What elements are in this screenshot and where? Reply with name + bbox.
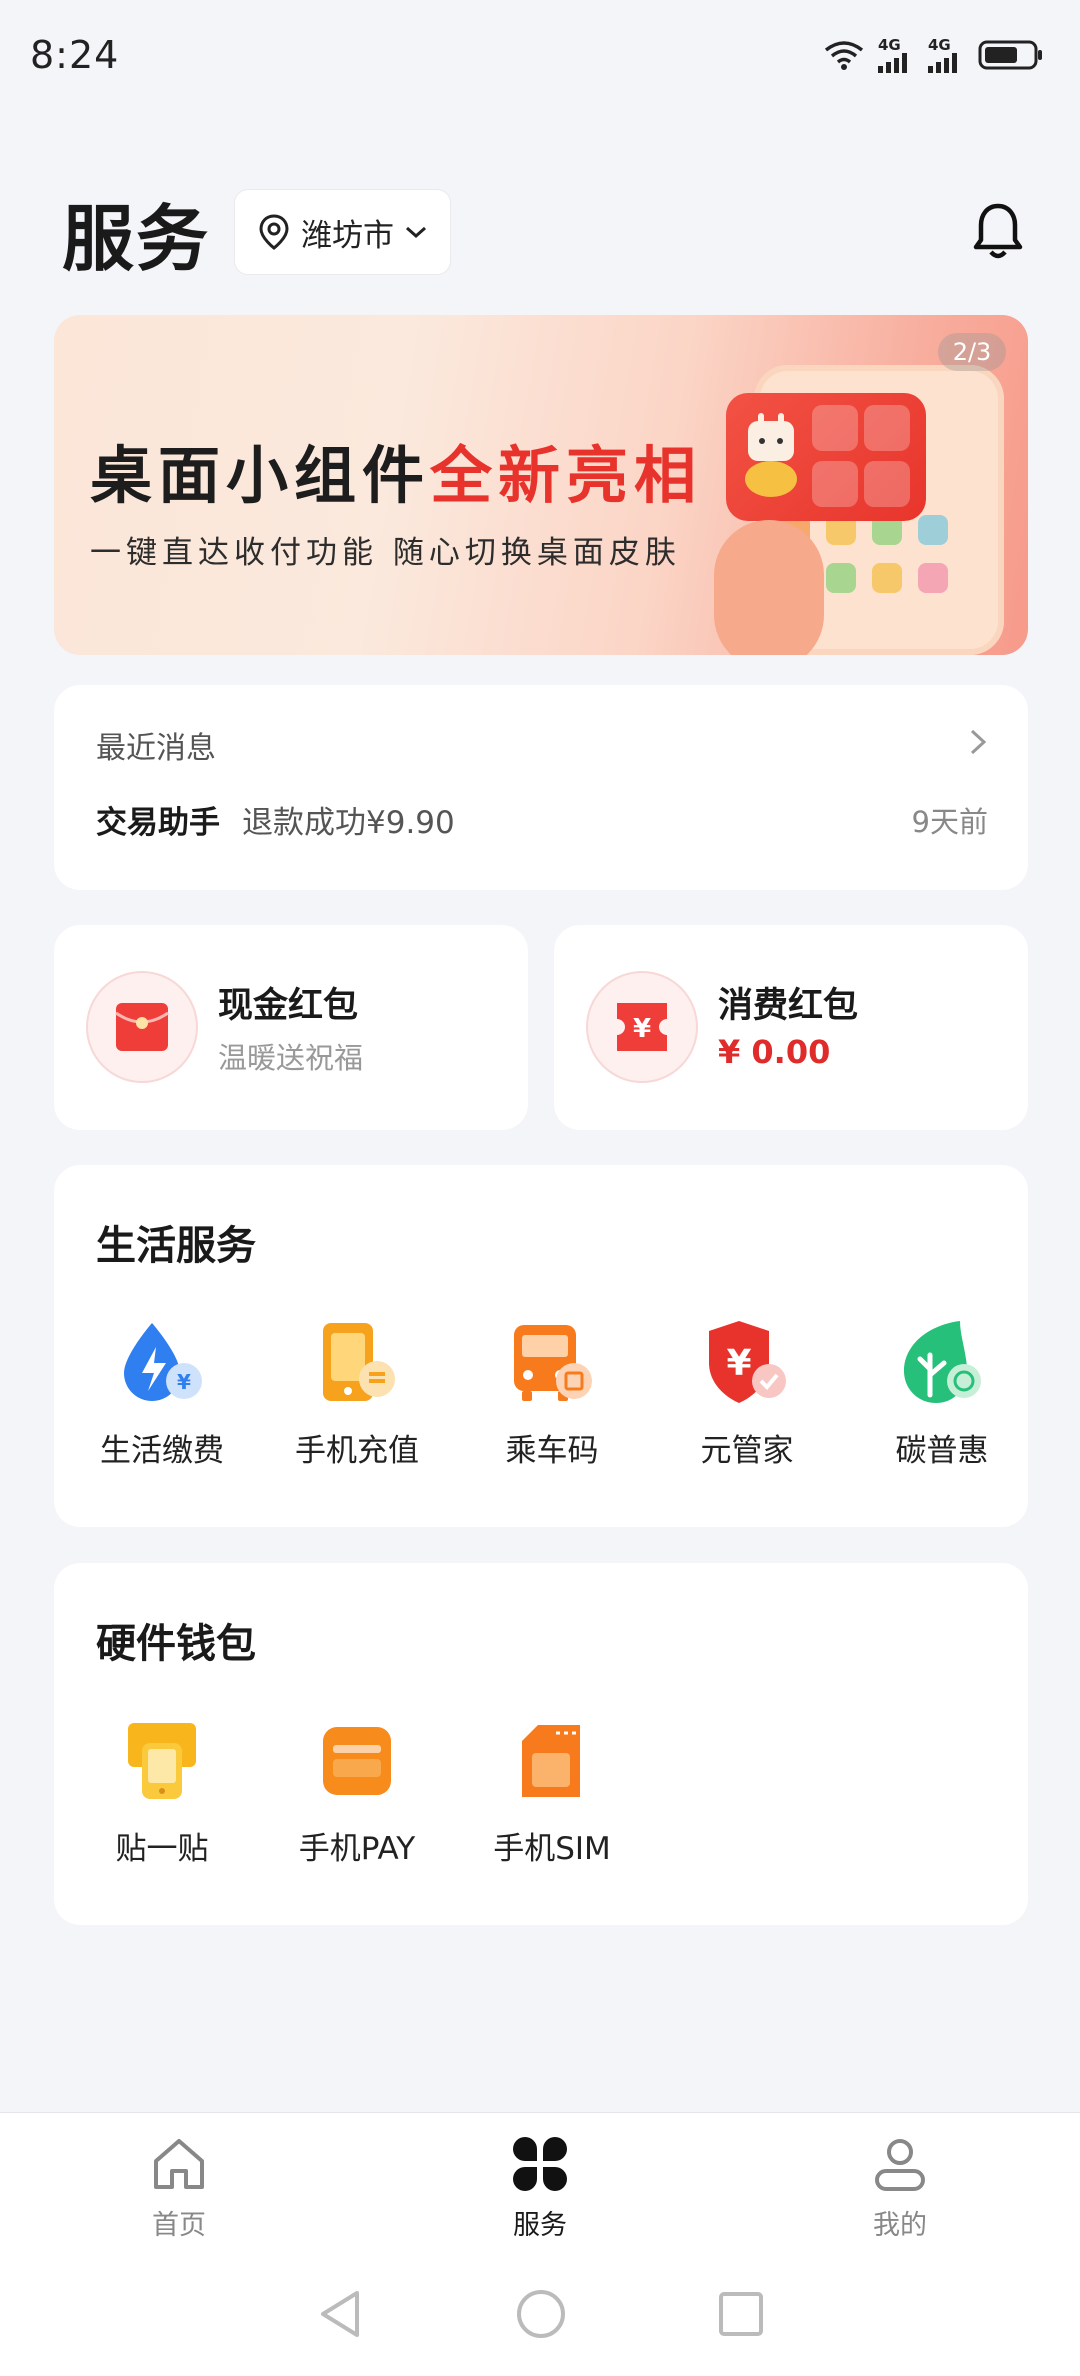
page-title: 服务 bbox=[62, 196, 211, 281]
consumption-red-packet-card[interactable]: ¥ 消费红包 ¥ 0.00 bbox=[554, 925, 1028, 1130]
wifi-icon bbox=[824, 41, 864, 70]
city-selector[interactable]: 潍坊市 bbox=[234, 189, 452, 275]
nav-label: 我的 bbox=[873, 2210, 927, 2241]
service-label: 乘车码 bbox=[505, 1433, 599, 1469]
service-label: 元管家 bbox=[700, 1433, 794, 1469]
promo-banner[interactable]: 桌面小组件全新亮相 一键直达收付功能 随心切换桌面皮肤 2/3 bbox=[54, 315, 1028, 655]
services-page: 8:24 4G 4G 服务 潍坊市 桌面小组件全新亮相 一键直达收付功能 随心切… bbox=[0, 0, 1080, 2376]
back-icon[interactable] bbox=[315, 2287, 365, 2341]
sim-card-icon bbox=[522, 1725, 580, 1797]
nav-label: 服务 bbox=[513, 2210, 567, 2241]
mascot-icon bbox=[745, 413, 797, 497]
service-label: 碳普惠 bbox=[895, 1433, 989, 1469]
home-icon bbox=[154, 2139, 204, 2189]
section-title: 硬件钱包 bbox=[96, 1621, 256, 1667]
message-time: 9天前 bbox=[911, 805, 988, 839]
service-carbon-benefit[interactable]: 碳普惠 bbox=[857, 1315, 1027, 1475]
network-type-2: 4G bbox=[928, 35, 951, 54]
nav-label: 首页 bbox=[152, 2210, 206, 2241]
life-services-card: 生活服务 ¥ 生活缴费 手机充值 乘车码 ¥ 元管家 碳普惠 bbox=[54, 1165, 1028, 1527]
signal-2: 4G bbox=[928, 35, 964, 73]
nav-profile[interactable]: 我的 bbox=[810, 2133, 990, 2253]
nav-services[interactable]: 服务 bbox=[450, 2133, 630, 2253]
red-packet-amount: ¥ 0.00 bbox=[718, 1033, 831, 1071]
status-time: 8:24 bbox=[30, 33, 120, 77]
bell-icon[interactable] bbox=[966, 200, 1030, 264]
widget-cell bbox=[812, 405, 858, 451]
hand-illustration bbox=[714, 520, 824, 655]
widget-cell bbox=[864, 461, 910, 507]
red-envelope-icon bbox=[86, 971, 198, 1083]
banner-headline-red: 全新亮相 bbox=[430, 439, 703, 512]
red-packet-title: 现金红包 bbox=[218, 986, 359, 1026]
chevron-right-icon[interactable] bbox=[966, 727, 990, 757]
message-text: 退款成功¥9.90 bbox=[242, 805, 455, 841]
app-dot bbox=[918, 515, 948, 545]
page-header: 服务 潍坊市 bbox=[62, 182, 1030, 282]
banner-widget-illustration bbox=[726, 393, 926, 521]
svg-text:¥: ¥ bbox=[633, 1014, 651, 1044]
service-label: 生活缴费 bbox=[100, 1433, 224, 1469]
app-dot bbox=[918, 563, 948, 593]
status-bar: 8:24 4G 4G bbox=[0, 0, 1080, 110]
section-title: 生活服务 bbox=[96, 1223, 256, 1269]
phone-recharge-icon bbox=[323, 1323, 395, 1401]
wallet-tap[interactable]: 贴一贴 bbox=[77, 1713, 247, 1873]
city-name: 潍坊市 bbox=[301, 217, 395, 254]
profile-icon bbox=[875, 2139, 925, 2191]
recents-icon[interactable] bbox=[717, 2290, 765, 2338]
wallet-label: 手机PAY bbox=[298, 1831, 416, 1867]
red-packet-subtitle: 温暖送祝福 bbox=[218, 1041, 364, 1075]
recent-messages-label: 最近消息 bbox=[96, 731, 216, 766]
widget-cell bbox=[864, 405, 910, 451]
bus-code-icon bbox=[514, 1325, 592, 1401]
signal-1: 4G bbox=[878, 35, 914, 73]
banner-headline: 桌面小组件全新亮相 bbox=[90, 425, 702, 515]
app-dot bbox=[826, 563, 856, 593]
service-yuan-manager[interactable]: ¥ 元管家 bbox=[662, 1315, 832, 1475]
app-dot bbox=[872, 563, 902, 593]
banner-subtitle: 一键直达收付功能 随心切换桌面皮肤 bbox=[90, 535, 681, 571]
location-pin-icon bbox=[259, 214, 289, 250]
chevron-down-icon bbox=[406, 226, 427, 239]
system-nav-bar bbox=[0, 2252, 1080, 2376]
carbon-leaf-icon bbox=[904, 1321, 981, 1403]
banner-page-indicator: 2/3 bbox=[938, 333, 1006, 371]
bottom-nav: 首页 服务 我的 bbox=[0, 2112, 1080, 2252]
wallet-label: 贴一贴 bbox=[115, 1831, 209, 1867]
svg-text:¥: ¥ bbox=[726, 1343, 751, 1384]
svg-text:¥: ¥ bbox=[177, 1370, 191, 1394]
yuan-shield-icon: ¥ bbox=[709, 1321, 786, 1403]
service-bus-code[interactable]: 乘车码 bbox=[467, 1315, 637, 1475]
cash-red-packet-card[interactable]: 现金红包 温暖送祝福 bbox=[54, 925, 528, 1130]
widget-cell bbox=[812, 461, 858, 507]
tap-card-icon bbox=[128, 1723, 196, 1799]
wallet-phone-pay[interactable]: 手机PAY bbox=[272, 1713, 442, 1873]
network-type-1: 4G bbox=[878, 35, 901, 54]
wallet-card-icon bbox=[323, 1727, 391, 1795]
service-phone-recharge[interactable]: 手机充值 bbox=[272, 1315, 442, 1475]
red-packet-title: 消费红包 bbox=[718, 986, 859, 1026]
message-sender: 交易助手 bbox=[96, 805, 220, 841]
home-circle-icon[interactable] bbox=[515, 2288, 567, 2340]
wallet-phone-sim[interactable]: 手机SIM bbox=[467, 1713, 637, 1873]
banner-headline-black: 桌面小组件 bbox=[90, 439, 431, 512]
recent-messages-card[interactable]: 最近消息 交易助手 退款成功¥9.90 9天前 bbox=[54, 685, 1028, 890]
battery-icon bbox=[978, 40, 1042, 70]
status-icons: 4G 4G bbox=[824, 35, 1044, 73]
wallet-label: 手机SIM bbox=[493, 1831, 611, 1867]
nav-home[interactable]: 首页 bbox=[89, 2133, 269, 2253]
signal-icon bbox=[928, 52, 957, 73]
signal-icon bbox=[878, 52, 907, 73]
four-petal-icon bbox=[513, 2137, 567, 2191]
yuan-coupon-icon: ¥ bbox=[586, 971, 698, 1083]
hardware-wallet-card: 硬件钱包 贴一贴 手机PAY 手机SIM bbox=[54, 1563, 1028, 1925]
service-utility-bill[interactable]: ¥ 生活缴费 bbox=[77, 1315, 247, 1475]
service-label: 手机充值 bbox=[295, 1433, 419, 1469]
utility-bill-icon: ¥ bbox=[124, 1323, 202, 1401]
